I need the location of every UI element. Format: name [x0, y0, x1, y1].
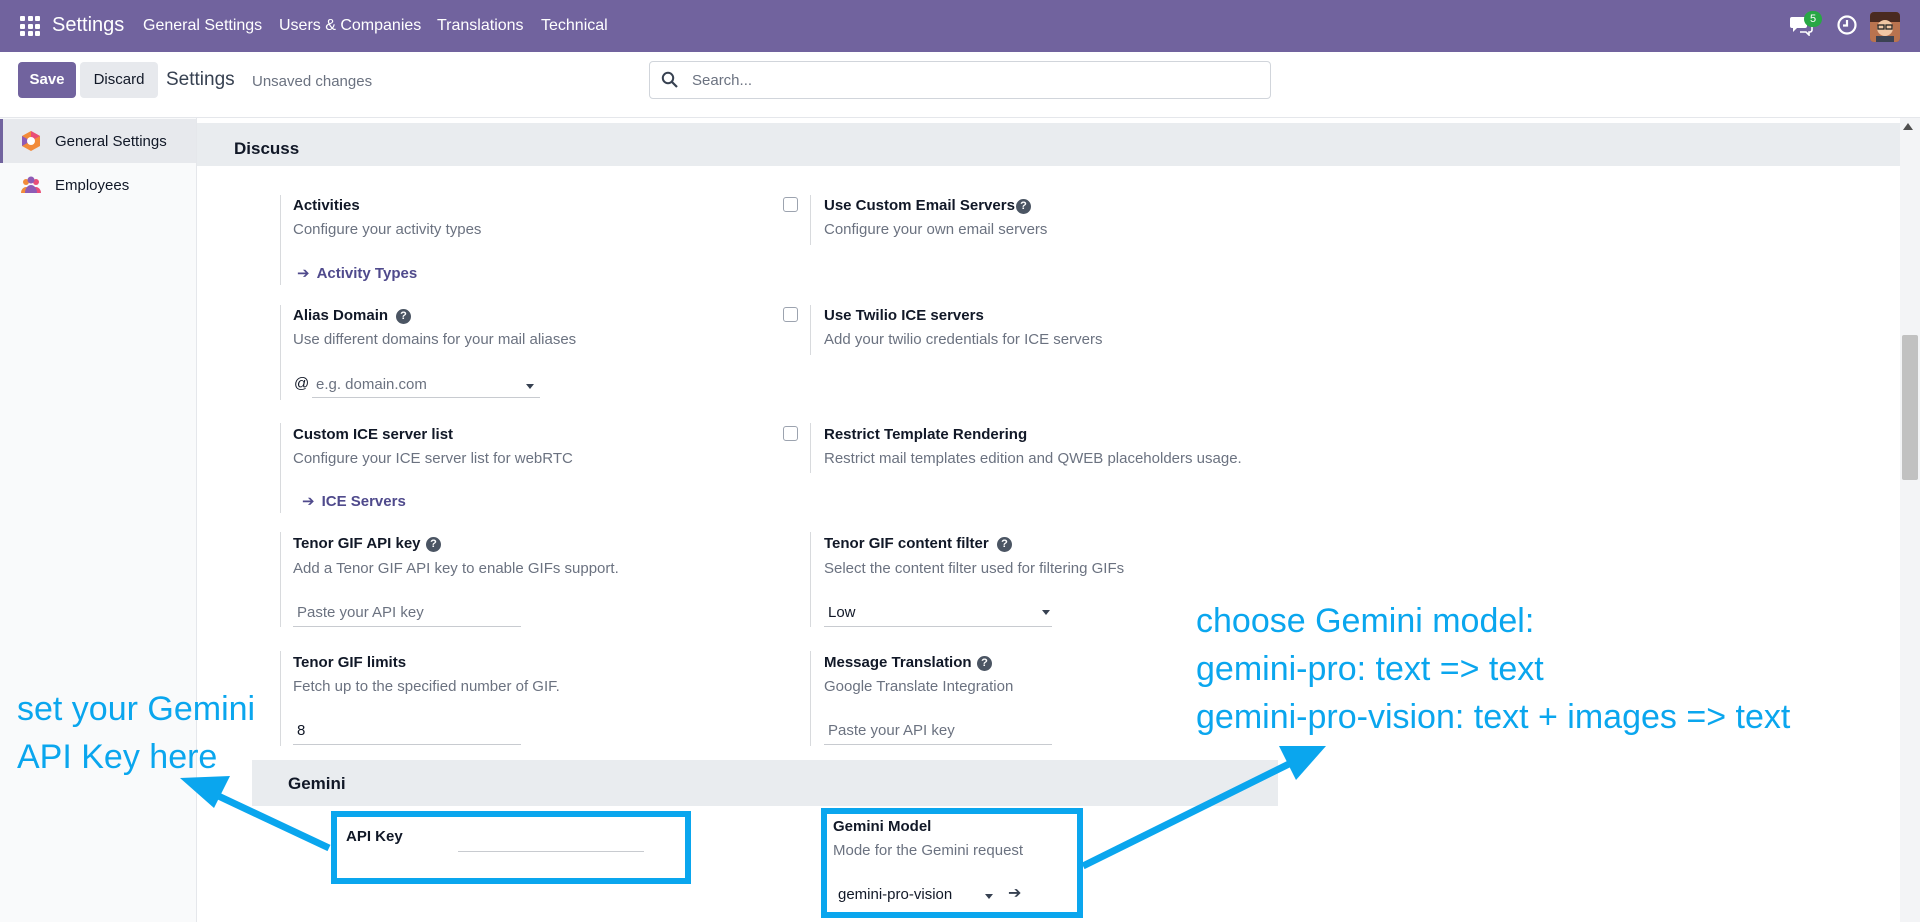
arrow-to-api-key — [210, 789, 331, 852]
annotation-arrows — [180, 746, 1326, 870]
arrow-to-model — [1081, 757, 1297, 870]
arrow-head-left-icon — [180, 776, 230, 808]
